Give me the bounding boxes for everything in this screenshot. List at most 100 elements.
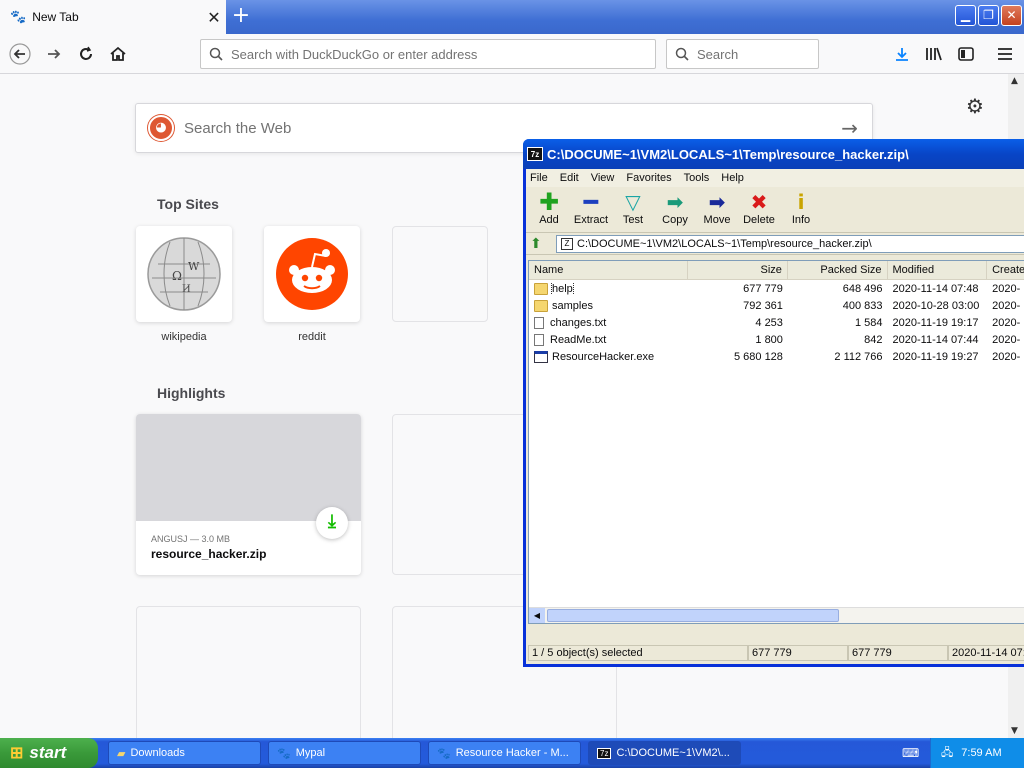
close-tab-icon[interactable]: ✕ (202, 8, 226, 27)
scroll-up-icon[interactable]: ▲ (1011, 76, 1018, 86)
move-button[interactable]: ➡ Move (696, 187, 738, 226)
address-placeholder: Search with DuckDuckGo or enter address (231, 46, 478, 62)
column-size[interactable]: Size (688, 261, 788, 279)
delete-label: Delete (743, 214, 775, 226)
scroll-down-icon[interactable]: ▼ (1011, 726, 1018, 736)
status-selection: 1 / 5 object(s) selected (528, 645, 748, 661)
duckduckgo-icon: ◕ (148, 115, 174, 141)
menu-tools[interactable]: Tools (684, 172, 710, 184)
column-name[interactable]: Name (529, 261, 689, 279)
sidebar-icon[interactable] (954, 42, 978, 66)
downloads-icon[interactable] (890, 42, 914, 66)
back-button[interactable] (6, 40, 34, 68)
info-label: Info (791, 214, 811, 226)
scrollbar-thumb[interactable] (547, 609, 839, 622)
highlight-title: resource_hacker.zip (151, 547, 267, 561)
menu-file[interactable]: File (530, 172, 548, 184)
library-icon[interactable] (922, 42, 946, 66)
forward-button[interactable] (40, 40, 68, 68)
info-icon: i (797, 190, 805, 214)
file-modified: 2020-11-14 07:48 (892, 282, 979, 295)
top-site-label: reddit (298, 331, 326, 343)
folder-icon: ▰ (117, 747, 126, 760)
highlights-heading: Highlights (157, 385, 226, 401)
gear-icon[interactable]: ⚙ (966, 94, 984, 118)
menu-edit[interactable]: Edit (560, 172, 579, 184)
taskbar-item-7zip[interactable]: 7z C:\DOCUME~1\VM2\... (588, 741, 741, 765)
file-name: help (551, 282, 574, 295)
column-modified[interactable]: Modified (888, 261, 988, 279)
file-name: samples (552, 299, 593, 312)
file-row[interactable]: ReadMe.txt 1 800 842 2020-11-14 07:44 20… (529, 331, 1024, 348)
home-button[interactable] (104, 40, 132, 68)
status-bar: 1 / 5 object(s) selected 677 779 677 779… (528, 644, 1024, 662)
keyboard-icon[interactable]: ⌨ (902, 746, 919, 760)
taskbar-item-resource-hacker[interactable]: 🐾 Resource Hacker - M... (428, 741, 581, 765)
info-button[interactable]: i Info (780, 187, 822, 226)
download-icon: ⤓ (316, 507, 348, 539)
taskbar-item-downloads[interactable]: ▰ Downloads (108, 741, 261, 765)
add-label: Add (539, 214, 559, 226)
start-button[interactable]: ⊞ start (0, 738, 98, 768)
file-modified: 2020-10-28 03:00 (892, 299, 980, 312)
path-text: C:\DOCUME~1\VM2\LOCALS~1\Temp\resource_h… (577, 237, 872, 250)
top-site-reddit[interactable] (264, 226, 360, 322)
taskbar-item-mypal[interactable]: 🐾 Mypal (268, 741, 421, 765)
close-window-button[interactable]: ✕ (1001, 5, 1022, 26)
clock: 7:59 AM (961, 747, 1002, 759)
file-modified: 2020-11-19 19:27 (892, 350, 979, 363)
scroll-left-icon[interactable]: ◀ (529, 608, 545, 623)
reload-button[interactable] (72, 40, 100, 68)
new-tab-button[interactable]: + (228, 2, 254, 30)
taskbar-item-label: Resource Hacker - M... (455, 747, 569, 759)
delete-button[interactable]: ✖ Delete (738, 187, 780, 226)
search-icon (209, 47, 223, 61)
status-size: 677 779 (748, 645, 848, 661)
svg-text:Ω: Ω (172, 269, 182, 283)
column-packed-size[interactable]: Packed Size (788, 261, 888, 279)
column-created[interactable]: Created (987, 261, 1024, 279)
7zip-icon: 7z (597, 747, 612, 759)
extract-label: Extract (573, 214, 609, 226)
mypal-icon: 🐾 (10, 9, 27, 25)
sevenzip-titlebar[interactable]: 7z C:\DOCUME~1\VM2\LOCALS~1\Temp\resourc… (523, 139, 1024, 169)
folder-icon (534, 299, 548, 312)
arrow-right-icon[interactable]: → (841, 116, 858, 140)
file-row[interactable]: ResourceHacker.exe 5 680 128 2 112 766 2… (529, 348, 1024, 365)
top-site-wikipedia[interactable]: Ω W И (136, 226, 232, 322)
highlight-card[interactable]: ANGUSJ — 3.0 MB resource_hacker.zip (136, 414, 361, 575)
search-bar[interactable]: Search (666, 39, 819, 69)
path-field[interactable]: Z C:\DOCUME~1\VM2\LOCALS~1\Temp\resource… (556, 234, 1024, 253)
file-row[interactable]: samples 792 361 400 833 2020-10-28 03:00… (529, 297, 1024, 314)
extract-button[interactable]: ━ Extract (570, 187, 612, 226)
file-row[interactable]: help 677 779 648 496 2020-11-14 07:48 20… (529, 280, 1024, 297)
svg-text:W: W (188, 260, 200, 273)
file-modified: 2020-11-14 07:44 (892, 333, 979, 346)
minimize-button[interactable]: ▁ (955, 5, 976, 26)
menu-icon[interactable] (993, 42, 1017, 66)
menu-favorites[interactable]: Favorites (626, 172, 671, 184)
file-name: ResourceHacker.exe (552, 350, 655, 363)
reddit-icon (276, 238, 348, 310)
file-created: 2020- (992, 350, 1021, 363)
file-packed-size: 2 112 766 (834, 350, 883, 363)
zip-file-icon: Z (561, 237, 573, 250)
copy-button[interactable]: ➡ Copy (654, 187, 696, 226)
add-button[interactable]: ✚ Add (528, 187, 570, 226)
address-bar[interactable]: Search with DuckDuckGo or enter address (200, 39, 656, 69)
menu-view[interactable]: View (591, 172, 615, 184)
navigation-toolbar: Search with DuckDuckGo or enter address … (0, 34, 1024, 74)
restore-button[interactable]: ❐ (978, 5, 999, 26)
status-packed: 677 779 (848, 645, 948, 661)
test-label: Test (622, 214, 644, 226)
folder-up-icon[interactable]: ⬆ (530, 236, 556, 252)
horizontal-scrollbar[interactable]: ◀ (529, 607, 1024, 623)
file-row[interactable]: changes.txt 4 253 1 584 2020-11-19 19:17… (529, 314, 1024, 331)
text-file-icon (534, 316, 544, 329)
menu-help[interactable]: Help (721, 172, 744, 184)
file-size: 792 361 (743, 299, 783, 312)
tab-new-tab[interactable]: 🐾 New Tab ✕ (0, 0, 226, 34)
network-icon[interactable]: 🖧 (941, 744, 953, 763)
test-button[interactable]: ▽ Test (612, 187, 654, 226)
file-list[interactable]: Name Size Packed Size Modified Created h… (528, 260, 1024, 624)
